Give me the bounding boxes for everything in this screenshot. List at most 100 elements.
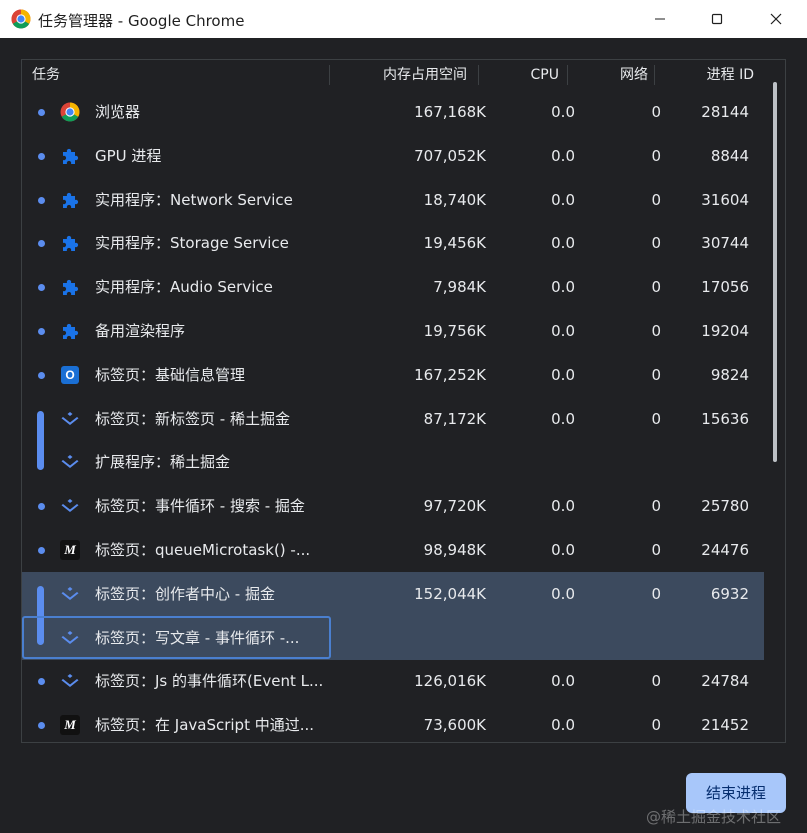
memory-value: 98,948K (423, 541, 486, 559)
task-name: 标签页：基础信息管理 (95, 366, 246, 384)
scrollbar-thumb[interactable] (773, 82, 777, 462)
maximize-icon (711, 13, 723, 25)
memory-value: 97,720K (423, 497, 486, 515)
table-row[interactable]: 标签页：创作者中心 - 掘金 152,044K 0.0 0 6932 (22, 572, 764, 616)
network-value: 0 (651, 497, 661, 515)
puzzle-icon (60, 321, 80, 341)
task-name: 标签页：queueMicrotask() -... (95, 541, 311, 559)
column-header-network[interactable]: 网络 (620, 60, 648, 90)
table-row[interactable]: 实用程序：Storage Service 19,456K 0.0 0 30744 (22, 221, 764, 265)
pid-value: 8844 (710, 147, 749, 165)
task-name: 实用程序：Audio Service (95, 278, 273, 296)
m-logo-icon: M (60, 715, 80, 735)
memory-value: 18,740K (423, 191, 486, 209)
cpu-value: 0.0 (551, 147, 575, 165)
juejin-logo-icon (60, 584, 80, 604)
table-row[interactable]: 备用渲染程序 19,756K 0.0 0 19204 (22, 309, 764, 353)
table-row[interactable]: 浏览器 167,168K 0.0 0 28144 (22, 90, 764, 134)
task-name: GPU 进程 (95, 147, 162, 165)
cpu-value: 0.0 (551, 278, 575, 296)
process-bullet (38, 722, 45, 729)
puzzle-icon (60, 146, 80, 166)
task-name: 标签页：事件循环 - 搜索 - 掘金 (95, 497, 305, 515)
cpu-value: 0.0 (551, 191, 575, 209)
network-value: 0 (651, 234, 661, 252)
outlook-o-icon: O (60, 365, 80, 385)
pid-value: 9824 (710, 366, 749, 384)
process-group-indicator (37, 586, 44, 645)
maximize-button[interactable] (688, 0, 746, 38)
column-divider[interactable] (478, 65, 479, 85)
cpu-value: 0.0 (551, 497, 575, 515)
memory-value: 707,052K (414, 147, 486, 165)
cpu-value: 0.0 (551, 672, 575, 690)
task-name: 标签页：写文章 - 事件循环 -... (95, 629, 300, 647)
task-name: 备用渲染程序 (95, 322, 186, 340)
puzzle-icon (60, 233, 80, 253)
table-row[interactable]: 实用程序：Audio Service 7,984K 0.0 0 17056 (22, 265, 764, 309)
table-row[interactable]: 扩展程序：稀土掘金 (22, 440, 764, 484)
column-divider[interactable] (567, 65, 568, 85)
column-divider[interactable] (654, 65, 655, 85)
task-name: 扩展程序：稀土掘金 (95, 453, 231, 471)
network-value: 0 (651, 716, 661, 734)
table-row[interactable]: 标签页：写文章 - 事件循环 -... (22, 616, 764, 660)
cpu-value: 0.0 (551, 103, 575, 121)
watermark: @稀土掘金技术社区 (646, 808, 782, 826)
task-name: 标签页：Js 的事件循环(Event L... (95, 672, 324, 690)
cpu-value: 0.0 (551, 234, 575, 252)
pid-value: 24476 (701, 541, 749, 559)
juejin-logo-icon (60, 409, 80, 429)
memory-value: 19,456K (423, 234, 486, 252)
process-bullet (38, 547, 45, 554)
table-row[interactable]: M 标签页：queueMicrotask() -... 98,948K 0.0 0 244… (22, 528, 764, 572)
title-bar: 任务管理器 - Google Chrome (0, 0, 807, 38)
pid-value: 30744 (701, 234, 749, 252)
juejin-logo-icon (60, 496, 80, 516)
minimize-icon (655, 18, 665, 20)
column-header-pid[interactable]: 进程 ID (707, 60, 754, 90)
column-header-task[interactable]: 任务 (32, 60, 60, 90)
column-header-cpu[interactable]: CPU (531, 60, 559, 90)
memory-value: 19,756K (423, 322, 486, 340)
table-row[interactable]: 实用程序：Network Service 18,740K 0.0 0 31604 (22, 178, 764, 222)
chrome-logo-icon (60, 102, 80, 122)
pid-value: 25780 (701, 497, 749, 515)
cpu-value: 0.0 (551, 366, 575, 384)
pid-value: 6932 (710, 585, 749, 603)
close-icon (770, 13, 782, 25)
memory-value: 167,168K (414, 103, 486, 121)
table-row[interactable]: O 标签页：基础信息管理 167,252K 0.0 0 9824 (22, 353, 764, 397)
table-row[interactable]: 标签页：Js 的事件循环(Event L... 126,016K 0.0 0 24784 (22, 659, 764, 703)
process-bullet (38, 328, 45, 335)
table-row[interactable]: M 标签页：在 JavaScript 中通过... 73,600K 0.0 0 21452 (22, 703, 764, 742)
network-value: 0 (651, 672, 661, 690)
memory-value: 73,600K (423, 716, 486, 734)
puzzle-icon (60, 190, 80, 210)
close-button[interactable] (747, 0, 805, 38)
memory-value: 7,984K (433, 278, 486, 296)
process-bullet (38, 503, 45, 510)
network-value: 0 (651, 322, 661, 340)
task-name: 实用程序：Storage Service (95, 234, 289, 252)
pid-value: 28144 (701, 103, 749, 121)
network-value: 0 (651, 585, 661, 603)
process-bullet (38, 197, 45, 204)
juejin-logo-icon (60, 671, 80, 691)
process-bullet (38, 109, 45, 116)
minimize-button[interactable] (631, 0, 689, 38)
cpu-value: 0.0 (551, 716, 575, 734)
table-row[interactable]: 标签页：事件循环 - 搜索 - 掘金 97,720K 0.0 0 25780 (22, 484, 764, 528)
juejin-logo-icon (60, 628, 80, 648)
column-divider[interactable] (329, 65, 330, 85)
process-group-indicator (37, 411, 44, 470)
network-value: 0 (651, 541, 661, 559)
task-name: 标签页：新标签页 - 稀土掘金 (95, 410, 290, 428)
table-row[interactable]: 标签页：新标签页 - 稀土掘金 87,172K 0.0 0 15636 (22, 397, 764, 441)
puzzle-icon (60, 277, 80, 297)
table-header: 任务 内存占用空间 CPU 网络 进程 ID (22, 60, 785, 90)
memory-value: 87,172K (423, 410, 486, 428)
network-value: 0 (651, 147, 661, 165)
column-header-memory[interactable]: 内存占用空间 (383, 60, 467, 90)
table-row[interactable]: GPU 进程 707,052K 0.0 0 8844 (22, 134, 764, 178)
